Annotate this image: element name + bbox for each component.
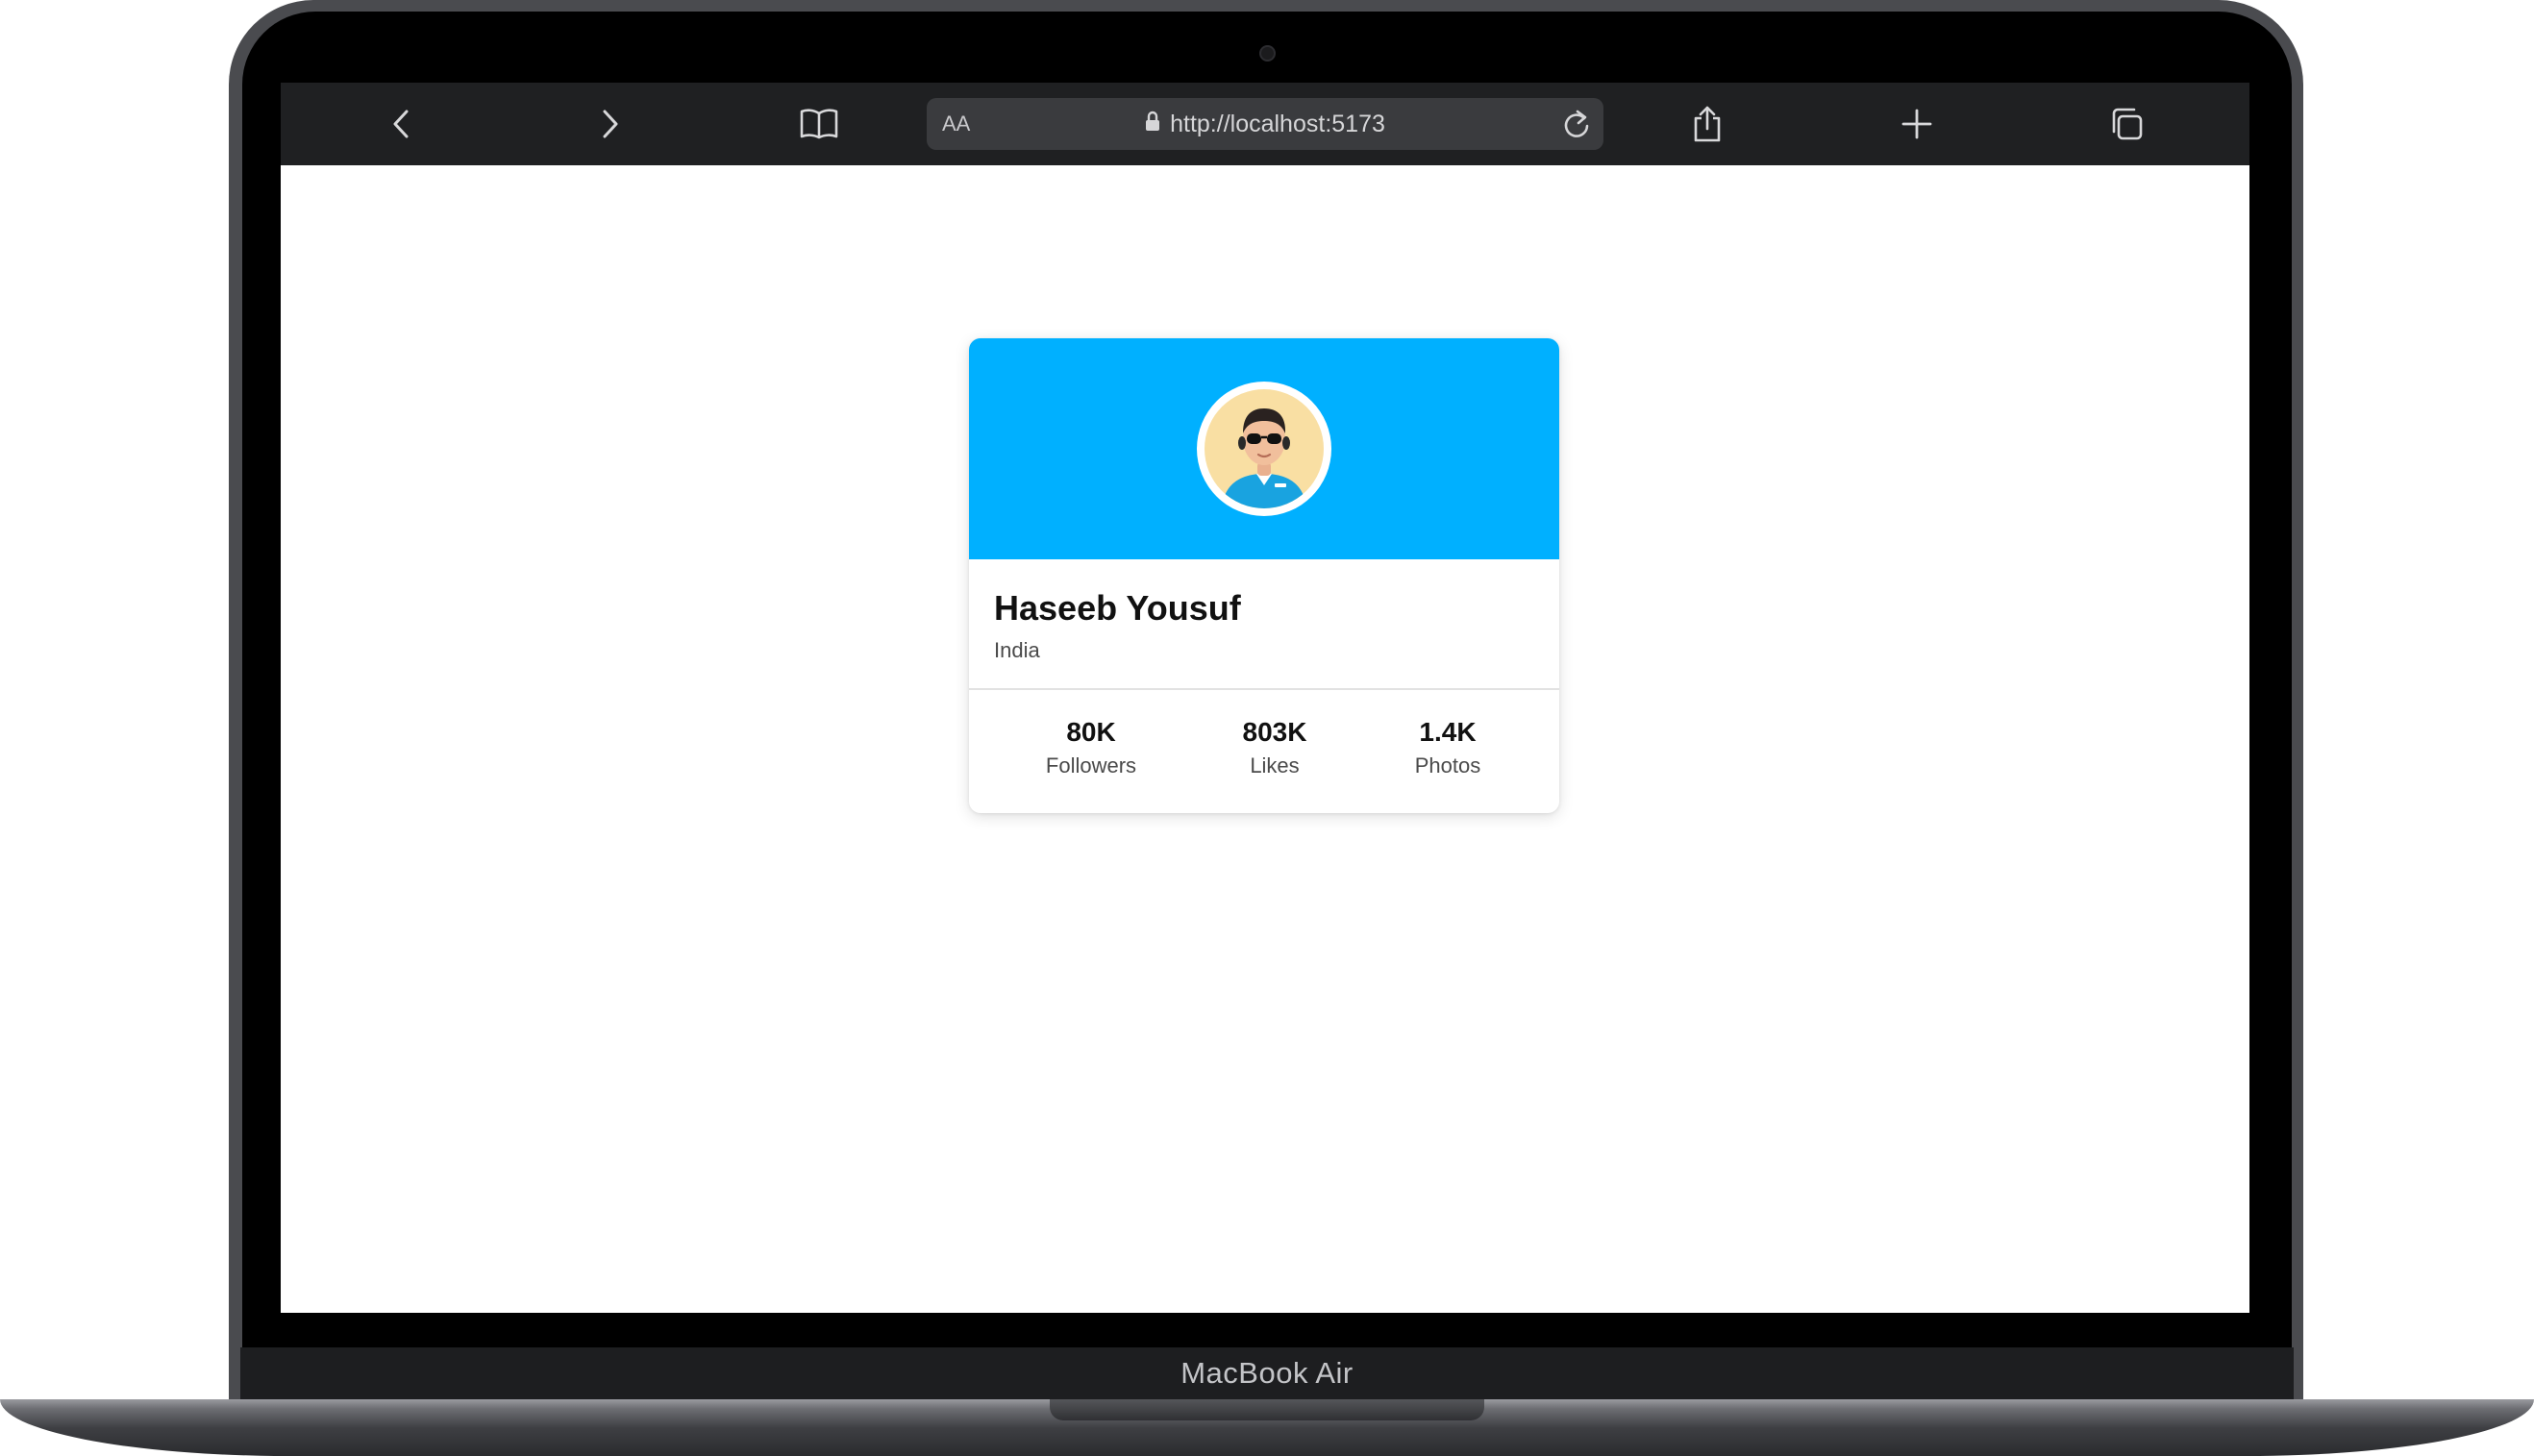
url-display[interactable]: http://localhost:5173: [927, 98, 1603, 150]
stat-followers: 80K Followers: [1005, 715, 1178, 778]
browser-toolbar: AA http://localhost:5173: [281, 83, 2249, 165]
browser-window: AA http://localhost:5173 Haseeb Yousuf I…: [281, 83, 2249, 1313]
camera-icon: [1259, 45, 1276, 62]
bookmarks-button[interactable]: [794, 99, 844, 149]
stat-label: Likes: [1250, 753, 1300, 777]
forward-button[interactable]: [584, 99, 634, 149]
tabs-icon: [2112, 108, 2143, 140]
book-icon: [800, 109, 838, 139]
url-text: http://localhost:5173: [1170, 110, 1385, 137]
back-button[interactable]: [377, 99, 427, 149]
device-mockup: AA http://localhost:5173 Haseeb Yousuf I…: [0, 0, 2534, 1456]
address-bar[interactable]: AA http://localhost:5173: [927, 98, 1603, 150]
card-divider: [969, 688, 1559, 690]
profile-card-header: [969, 338, 1559, 559]
avatar-illustration: [1205, 389, 1324, 508]
stat-label: Photos: [1414, 753, 1481, 777]
reload-icon: [1564, 110, 1589, 137]
stat-label: Followers: [1045, 753, 1137, 777]
stat-value: 80K: [1066, 717, 1116, 747]
profile-location: India: [994, 638, 1040, 662]
share-icon: [1694, 106, 1721, 142]
lock-icon: [1145, 111, 1160, 138]
share-button[interactable]: [1682, 99, 1732, 149]
chevron-left-icon: [393, 110, 409, 138]
profile-name: Haseeb Yousuf: [994, 588, 1241, 628]
stat-value: 1.4K: [1419, 717, 1477, 747]
device-brand-label: MacBook Air: [1180, 1356, 1354, 1390]
profile-card: Haseeb Yousuf India 80K Followers 803K L…: [969, 338, 1559, 813]
new-tab-button[interactable]: [1892, 99, 1942, 149]
reload-button[interactable]: [1559, 107, 1594, 141]
tabs-overview-button[interactable]: [2101, 99, 2151, 149]
avatar[interactable]: [1197, 382, 1331, 516]
laptop-chin: MacBook Air: [240, 1347, 2294, 1399]
stat-value: 803K: [1242, 717, 1307, 747]
chevron-right-icon: [603, 110, 618, 138]
stat-photos: 1.4K Photos: [1361, 715, 1534, 778]
stat-likes: 803K Likes: [1188, 715, 1361, 778]
plus-icon: [1901, 109, 1932, 139]
laptop-hinge-notch: [1050, 1399, 1484, 1420]
